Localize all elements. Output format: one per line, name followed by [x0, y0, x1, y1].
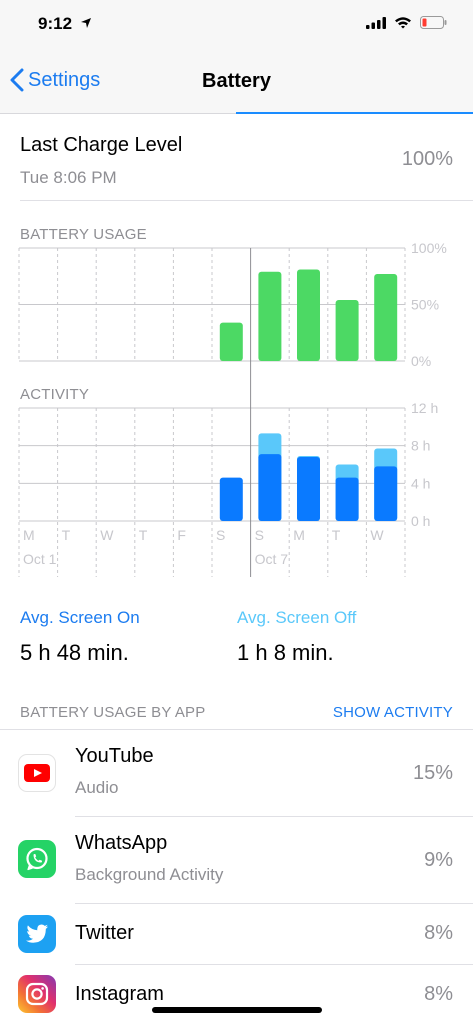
app-name: Twitter — [75, 922, 134, 944]
status-icons — [366, 16, 447, 29]
day-label: S — [216, 527, 225, 543]
status-time-text: 9:12 — [38, 14, 73, 33]
signal-icon — [366, 16, 386, 29]
day-label: T — [332, 527, 341, 543]
activity-bar-screen-on — [297, 456, 320, 521]
activity-bar-screen-on — [219, 477, 243, 521]
activity-bar-screen-on — [374, 466, 398, 521]
status-bar: 9:12 — [0, 0, 473, 50]
day-label: W — [370, 527, 384, 543]
date-label: Oct 7 — [255, 551, 289, 567]
activity-y-tick: 0 h — [411, 513, 430, 529]
app-name: YouTube — [75, 745, 154, 767]
youtube-icon — [18, 754, 56, 792]
divider — [20, 200, 473, 201]
usage-y-tick: 100% — [411, 240, 447, 256]
last-charge-label: Last Charge Level — [20, 134, 183, 156]
instagram-icon — [18, 975, 56, 1013]
apps-header-label: BATTERY USAGE BY APP — [20, 704, 206, 721]
avg-screen-off: Avg. Screen Off 1 h 8 min. — [237, 608, 356, 666]
page-title: Battery — [202, 70, 271, 92]
activity-y-tick: 12 h — [411, 400, 438, 416]
app-percent: 15% — [412, 762, 453, 784]
app-percent: 9% — [424, 849, 453, 871]
app-name: Instagram — [75, 983, 164, 1005]
avg-screen-off-value: 1 h 8 min. — [237, 640, 334, 665]
app-row-twitter[interactable]: Twitter 8% — [0, 904, 473, 964]
last-charge-time: Tue 8:06 PM — [20, 168, 117, 187]
usage-y-tick: 50% — [411, 297, 439, 313]
usage-bar — [335, 299, 359, 361]
activity-y-tick: 4 h — [411, 475, 430, 491]
app-row-youtube[interactable]: YouTube Audio 15% — [0, 730, 473, 816]
navigation-bar: Settings Battery — [0, 50, 473, 114]
last-charge-row: Last Charge Level Tue 8:06 PM 100% — [0, 114, 473, 200]
show-activity-button[interactable]: SHOW ACTIVITY — [333, 704, 453, 721]
app-detail: Background Activity — [75, 865, 224, 884]
app-row-instagram[interactable]: Instagram 8% — [0, 965, 473, 1024]
app-detail: Audio — [75, 778, 119, 797]
activity-bar-screen-on — [335, 477, 359, 521]
activity-bar-screen-on — [258, 454, 282, 521]
usage-bar — [297, 269, 320, 361]
day-label: W — [100, 527, 114, 543]
app-percent: 8% — [424, 983, 453, 1005]
activity-y-tick: 8 h — [411, 438, 430, 454]
date-label: Oct 1 — [23, 551, 57, 567]
status-time: 9:12 — [38, 14, 92, 34]
twitter-icon — [18, 915, 56, 953]
home-indicator[interactable] — [152, 1007, 322, 1013]
battery-charts[interactable]: 100% 50% 0% 12 h 8 h 4 h 0 h M T W T F S S M T W Oct 1 Oct… — [0, 240, 473, 585]
usage-bar — [219, 322, 243, 361]
avg-screen-on-value: 5 h 48 min. — [20, 640, 129, 665]
avg-screen-off-label: Avg. Screen Off — [237, 608, 357, 627]
app-percent: 8% — [424, 922, 453, 944]
last-charge-value: 100% — [401, 148, 453, 170]
day-label: S — [255, 527, 264, 543]
day-label: M — [23, 527, 35, 543]
app-name: WhatsApp — [75, 832, 168, 854]
battery-low-icon — [420, 16, 447, 29]
avg-screen-on-label: Avg. Screen On — [20, 608, 140, 627]
usage-bar — [374, 273, 398, 361]
avg-screen-on: Avg. Screen On 5 h 48 min. — [20, 608, 140, 666]
location-arrow-icon — [80, 18, 91, 28]
app-row-whatsapp[interactable]: WhatsApp Background Activity 9% — [0, 817, 473, 903]
apps-header: BATTERY USAGE BY APP SHOW ACTIVITY — [0, 700, 473, 730]
usage-bar — [258, 271, 282, 361]
day-label: M — [293, 527, 305, 543]
wifi-icon — [395, 17, 411, 29]
day-label: F — [177, 527, 186, 543]
day-label: T — [62, 527, 71, 543]
usage-y-tick: 0% — [411, 353, 431, 369]
whatsapp-icon — [18, 840, 56, 878]
day-label: T — [139, 527, 148, 543]
